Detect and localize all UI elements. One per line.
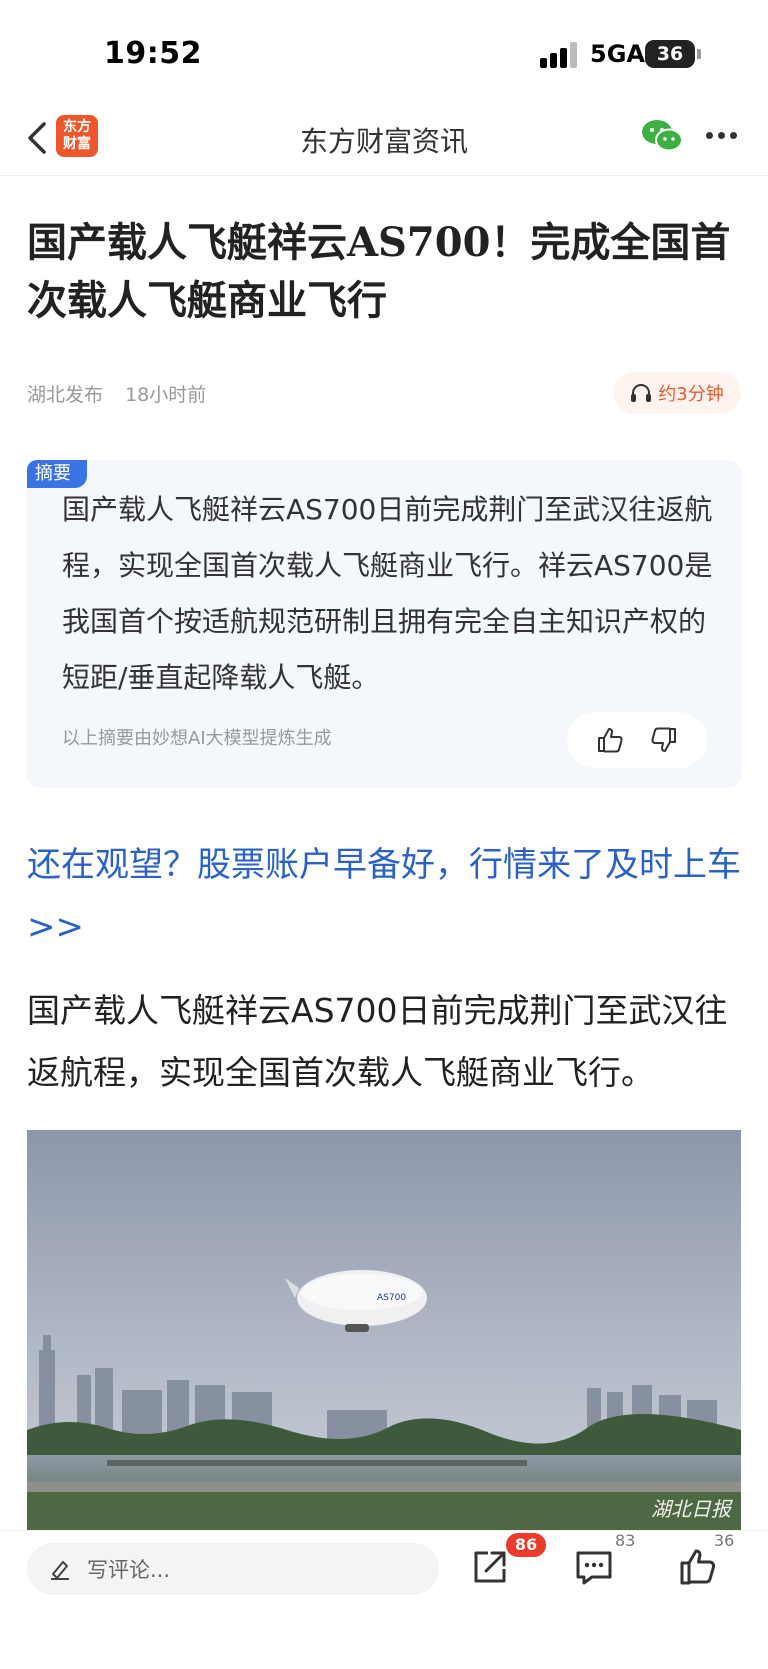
status-time: 19:52 bbox=[104, 36, 202, 71]
airship-photo: AS700 bbox=[27, 1130, 741, 1530]
comment-placeholder: 写评论... bbox=[87, 1558, 171, 1582]
like-count: 36 bbox=[714, 1531, 735, 1550]
article-source[interactable]: 湖北发布 bbox=[27, 384, 103, 406]
network-label: 5GA bbox=[590, 40, 645, 68]
photo-watermark: 湖北日报 bbox=[651, 1497, 731, 1521]
comment-count: 83 bbox=[615, 1531, 636, 1550]
wechat-icon[interactable] bbox=[640, 118, 684, 154]
share-icon[interactable] bbox=[468, 1545, 512, 1589]
article-meta: 湖北发布 18小时前 bbox=[27, 380, 206, 407]
comment-icon[interactable] bbox=[572, 1545, 616, 1589]
battery-icon: 36 bbox=[645, 40, 695, 68]
article-time: 18小时前 bbox=[125, 384, 207, 406]
share-count-badge: 86 bbox=[506, 1533, 546, 1557]
comment-input[interactable]: 写评论... bbox=[27, 1543, 439, 1595]
listen-duration: 约3分钟 bbox=[658, 384, 724, 405]
promo-link[interactable]: 还在观望？股票账户早备好，行情来了及时上车>> bbox=[27, 834, 747, 958]
signal-icon bbox=[540, 42, 580, 68]
body-paragraph: 国产载人飞艇祥云AS700日前完成荆门至武汉往返航程，实现全国首次载人飞艇商业飞… bbox=[27, 991, 728, 1092]
status-bar: 19:52 5GA 36 bbox=[0, 0, 768, 100]
battery-level: 36 bbox=[656, 43, 684, 65]
like-icon[interactable] bbox=[676, 1545, 720, 1589]
summary-note: 以上摘要由妙想AI大模型提炼生成 bbox=[62, 728, 332, 749]
bottom-action-bar: 写评论... 86 83 36 bbox=[0, 1530, 768, 1669]
summary-card: 摘要 国产载人飞艇祥云AS700日前完成荆门至武汉往返航程，实现全国首次载人飞艇… bbox=[27, 460, 741, 788]
pencil-icon bbox=[51, 1561, 69, 1580]
thumbs-up-icon[interactable] bbox=[595, 725, 625, 755]
thumbs-down-icon[interactable] bbox=[649, 725, 679, 755]
battery-tip bbox=[697, 49, 701, 59]
article-photo[interactable]: AS700 湖北日报 bbox=[27, 1130, 741, 1530]
svg-text:AS700: AS700 bbox=[377, 1293, 406, 1303]
more-icon[interactable] bbox=[706, 132, 740, 142]
article-title: 国产载人飞艇祥云AS700！完成全国首次载人飞艇商业飞行 bbox=[27, 219, 731, 324]
nav-bar: 东方 财富 东方财富资讯 bbox=[0, 100, 768, 176]
summary-feedback bbox=[567, 712, 707, 768]
summary-text: 国产载人飞艇祥云AS700日前完成荆门至武汉往返航程，实现全国首次载人飞艇商业飞… bbox=[62, 493, 713, 694]
headphones-icon bbox=[631, 384, 652, 402]
listen-button[interactable]: 约3分钟 bbox=[613, 372, 741, 414]
